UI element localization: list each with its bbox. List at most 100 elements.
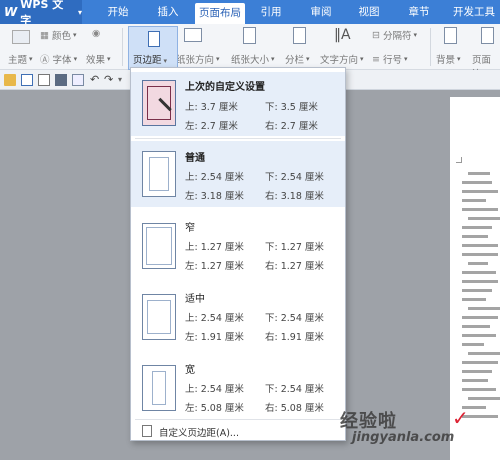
document-text-line [462,370,492,373]
document-text-line [462,271,496,274]
save-icon[interactable] [21,74,33,86]
margin-crop-mark [456,157,462,163]
export-pdf-icon[interactable] [38,74,50,86]
effect-label: 效果 [86,55,106,66]
document-text-line [462,379,488,382]
paper-direction-label: 纸张方向 [176,55,215,66]
tab-chapter[interactable]: 章节 [402,0,436,24]
menu-divider [135,138,341,139]
right-margin-value: 右: 2.7 厘米 [265,121,318,132]
document-text-line [468,397,500,400]
effect-icon: ◉ [92,28,101,39]
page-border-icon [481,27,494,44]
font-label: 字体 [52,55,72,66]
color-button[interactable]: ▦ 颜色 ▾ [40,28,77,43]
page-margin-label: 页边距 [133,55,162,66]
document-text-line [468,217,500,220]
tab-home[interactable]: 开始 [100,0,136,24]
color-icon: ▦ [40,29,49,41]
paper-direction-button[interactable]: 纸张方向 ▾ [176,52,220,66]
narrow-margin-thumbnail [142,223,176,269]
margin-option-moderate[interactable]: 适中 上: 2.54 厘米 下: 2.54 厘米 左: 1.91 厘米 右: 1… [131,280,345,348]
undo-icon[interactable]: ↶ [90,74,102,86]
tab-developer[interactable]: 开发工具 [448,0,500,24]
paper-size-button[interactable]: 纸张大小 ▾ [231,52,275,66]
customize-arrow-icon[interactable]: ▾ [118,74,130,86]
document-text-line [462,253,498,256]
right-margin-value: 右: 1.27 厘米 [265,261,324,272]
line-number-icon: ≡ [372,53,380,65]
document-text-line [462,325,490,328]
right-margin-value: 右: 3.18 厘米 [265,191,324,202]
open-icon[interactable] [4,74,16,86]
custom-margin-icon [142,425,152,437]
text-direction-icon: ‖A [334,27,351,43]
margin-option-wide[interactable]: 宽 上: 2.54 厘米 下: 2.54 厘米 左: 5.08 厘米 右: 5.… [131,351,345,417]
paper-size-icon [243,27,256,44]
document-text-line [462,280,498,283]
margin-option-normal[interactable]: 普通 上: 2.54 厘米 下: 2.54 厘米 左: 3.18 厘米 右: 3… [131,141,345,207]
document-text-line [462,334,496,337]
print-icon[interactable] [55,74,67,86]
bottom-margin-value: 下: 1.27 厘米 [265,242,324,253]
ribbon-divider [122,28,123,66]
document-text-line [462,181,492,184]
ribbon-divider [430,28,431,66]
redo-icon[interactable]: ↷ [104,74,116,86]
separator-label: 分隔符 [383,31,412,42]
tab-view[interactable]: 视图 [352,0,386,24]
top-margin-value: 上: 2.54 厘米 [185,172,244,183]
document-text-line [462,244,498,247]
page-margin-icon [148,31,160,47]
margin-option-last-custom[interactable]: 上次的自定义设置 上: 3.7 厘米 下: 3.5 厘米 左: 2.7 厘米 右… [131,72,345,136]
left-margin-value: 左: 5.08 厘米 [185,403,244,414]
top-margin-value: 上: 3.7 厘米 [185,102,238,113]
left-margin-value: 左: 1.27 厘米 [185,261,244,272]
font-button[interactable]: Ⓐ 字体 ▾ [40,52,77,66]
left-margin-value: 左: 3.18 厘米 [185,191,244,202]
document-text-line [468,307,500,310]
page-margin-button[interactable]: 页边距 ▾ [128,26,178,70]
document-text-line [462,343,484,346]
document-text-line [462,298,486,301]
custom-margin-menu-item[interactable]: 自定义页边距(A)... [131,422,345,440]
theme-button[interactable]: 主题 ▾ [8,52,33,66]
document-text-line [468,262,488,265]
effect-icon-button[interactable]: ◉ [92,28,100,39]
bottom-margin-value: 下: 2.54 厘米 [265,384,324,395]
custom-margin-label: 自定义页边距(A)... [159,428,239,439]
normal-margin-thumbnail [142,151,176,197]
document-text-line [468,352,500,355]
tab-insert[interactable]: 插入 [150,0,186,24]
text-direction-button[interactable]: 文字方向 ▾ [320,52,364,66]
tab-page-layout[interactable]: 页面布局 [195,3,245,24]
print-preview-icon[interactable] [72,74,84,86]
tab-review[interactable]: 审阅 [304,0,338,24]
margin-option-narrow[interactable]: 窄 上: 1.27 厘米 下: 1.27 厘米 左: 1.27 厘米 右: 1.… [131,209,345,277]
line-number-button[interactable]: ≡ 行号 ▾ [372,52,408,67]
document-text-line [462,316,498,319]
left-margin-value: 左: 2.7 厘米 [185,121,238,132]
columns-button[interactable]: 分栏 ▾ [285,52,310,66]
paper-size-label: 纸张大小 [231,55,270,66]
effect-button[interactable]: 效果 ▾ [86,52,111,66]
top-margin-value: 上: 1.27 厘米 [185,242,244,253]
separator-button[interactable]: ⊟ 分隔符 ▾ [372,28,417,43]
document-text-line [462,190,498,193]
background-label: 背景 [436,55,456,66]
menu-tab-bar: W WPS 文字 ▾ 开始 插入 页面布局 引用 审阅 视图 章节 开发工具 [0,0,500,27]
theme-icon [12,30,30,44]
document-text-line [462,388,496,391]
bottom-margin-value: 下: 2.54 厘米 [265,313,324,324]
document-text-line [462,235,488,238]
background-button[interactable]: 背景 ▾ [436,52,461,66]
columns-icon [293,27,306,44]
document-text-line [462,361,498,364]
tab-references[interactable]: 引用 [254,0,288,24]
font-icon: Ⓐ [40,55,50,66]
document-text-line [462,208,498,211]
bottom-margin-value: 下: 2.54 厘米 [265,172,324,183]
app-menu-button[interactable]: W WPS 文字 ▾ [0,0,82,27]
option-title: 适中 [185,294,205,305]
paper-direction-icon [184,28,202,42]
